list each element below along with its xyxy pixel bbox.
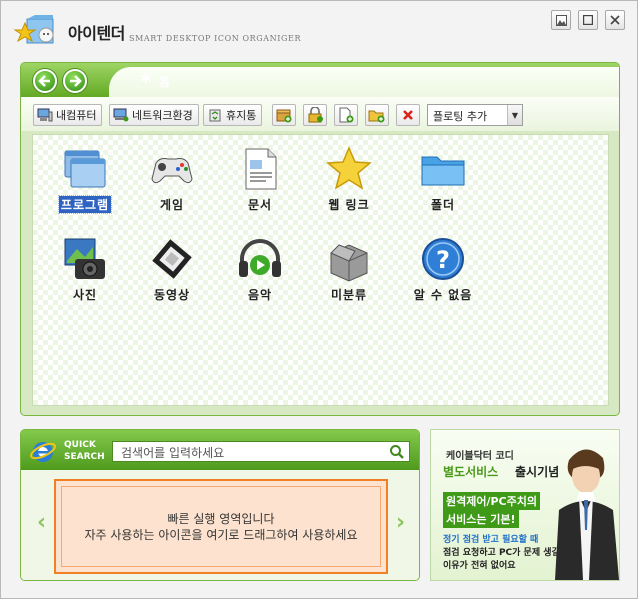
search-input[interactable]: 검색어를 입력하세요 (112, 441, 410, 462)
toolbar: 내컴퓨터 네트워크환경 휴지통 플로팅 추가 ▼ (21, 97, 619, 131)
app-logo-icon (13, 15, 54, 44)
new-document-button[interactable] (334, 104, 358, 126)
floating-add-dropdown[interactable]: 플로팅 추가 ▼ (427, 104, 523, 126)
tile-program-window[interactable]: 프로그램 (45, 145, 125, 225)
ad-box1: 원격제어/PC주치의 (443, 492, 540, 510)
tile-camera[interactable]: 사진 (45, 235, 125, 315)
document-add-icon (339, 107, 354, 123)
my-computer-button[interactable]: 내컴퓨터 (33, 104, 103, 126)
close-icon (610, 15, 620, 25)
tile-label: 미분류 (330, 288, 368, 302)
tile-gamepad[interactable]: 게임 (132, 145, 212, 225)
navigation-bar: ✱ 홈 (21, 63, 619, 97)
back-button[interactable] (33, 69, 57, 93)
headphones-icon (236, 235, 284, 283)
tile-label: 사진 (72, 288, 98, 302)
ad-line3: 정기 점검 받고 필요할 때 (443, 535, 539, 545)
forward-button[interactable] (63, 69, 87, 93)
svg-text:?: ? (436, 246, 450, 274)
box-add-icon (276, 109, 292, 123)
quick-search-title-line2: SEARCH (64, 452, 105, 462)
drop-zone-message: 빠른 실행 영역입니다 자주 사용하는 아이콘을 여기로 드래그하여 사용하세요 (61, 486, 381, 567)
search-placeholder: 검색어를 입력하세요 (121, 446, 225, 460)
search-icon[interactable] (389, 444, 405, 460)
picture-icon (555, 14, 567, 26)
folder-icon (419, 145, 467, 193)
home-tab-background (109, 67, 619, 97)
lock-icon (308, 107, 323, 123)
home-star-icon: ✱ (140, 71, 152, 87)
quick-search-header: QUICK SEARCH 검색어를 입력하세요 (21, 430, 419, 470)
document-icon (236, 145, 284, 193)
new-folder-button[interactable] (365, 104, 389, 126)
tile-film[interactable]: 동영상 (132, 235, 212, 315)
tile-label: 동영상 (153, 288, 191, 302)
ad-line1: 케이블닥터 코디 (446, 451, 514, 462)
tile-label: 음악 (247, 288, 273, 302)
tile-label: 게임 (159, 198, 185, 212)
quick-search-panel: QUICK SEARCH 검색어를 입력하세요 ‹ › 빠른 실행 영역입니다 … (20, 429, 420, 581)
recycle-bin-button[interactable]: 휴지통 (203, 104, 263, 126)
ad-line4: 점검 요청하고 PC가 문제 생길 (443, 548, 560, 558)
tile-label: 문서 (247, 198, 273, 212)
quick-launch-prev-button[interactable]: ‹ (37, 510, 46, 535)
app-subtitle: SMART DESKTOP ICON ORGANIGER (129, 34, 302, 43)
lock-button[interactable] (303, 104, 327, 126)
internet-explorer-icon (30, 442, 56, 462)
maximize-button[interactable] (578, 10, 598, 30)
quick-search-title: QUICK SEARCH (64, 439, 105, 463)
network-label: 네트워크환경 (132, 109, 193, 122)
tile-question[interactable]: ? 알 수 없음 (403, 235, 483, 315)
quick-search-title-line1: QUICK (64, 440, 96, 450)
tile-headphones[interactable]: 음악 (220, 235, 300, 315)
quick-launch-drop-zone[interactable]: 빠른 실행 영역입니다 자주 사용하는 아이콘을 여기로 드래그하여 사용하세요 (54, 479, 388, 574)
my-computer-label: 내컴퓨터 (56, 109, 97, 122)
delete-button[interactable] (396, 104, 420, 126)
delete-x-icon (403, 110, 413, 120)
quick-launch-next-button[interactable]: › (396, 510, 405, 535)
arrow-left-icon (38, 75, 50, 87)
arrow-right-icon (70, 75, 82, 87)
icon-grid: 프로그램 게임 문서 웹 링크 폴더 사진 동영상 음악 미분류? 알 수 없음 (32, 134, 609, 406)
recycle-bin-icon (209, 109, 221, 122)
tile-label: 웹 링크 (328, 198, 370, 212)
advertisement-banner[interactable]: 케이블닥터 코디 별도서비스 출시기념 원격제어/PC주치의 서비스는 기본! … (430, 429, 620, 581)
tile-label: 알 수 없음 (413, 288, 473, 302)
folder-add-icon (368, 110, 385, 123)
floating-add-value: 플로팅 추가 (433, 110, 488, 123)
tile-label: 프로그램 (57, 195, 113, 214)
close-button[interactable] (605, 10, 625, 30)
computer-icon (37, 108, 53, 122)
ad-line5: 이유가 전혀 없어요 (443, 561, 516, 571)
tile-document[interactable]: 문서 (220, 145, 300, 225)
drop-zone-line1: 빠른 실행 영역입니다 (167, 511, 275, 526)
ad-person-image (555, 449, 619, 580)
home-breadcrumb[interactable]: 홈 (159, 73, 170, 90)
app-title: 아이텐더 (68, 24, 125, 43)
dropdown-arrow-icon[interactable]: ▼ (507, 105, 522, 125)
network-icon (113, 108, 129, 122)
skin-button[interactable] (551, 10, 571, 30)
tile-folder[interactable]: 폴더 (403, 145, 483, 225)
maximize-icon (583, 15, 593, 25)
ad-line2-highlight: 별도서비스 (443, 465, 499, 479)
tile-label: 폴더 (430, 198, 456, 212)
gamepad-icon (148, 145, 196, 193)
network-button[interactable]: 네트워크환경 (109, 104, 199, 126)
box-icon (325, 235, 373, 283)
drop-zone-line2: 자주 사용하는 아이콘을 여기로 드래그하여 사용하세요 (84, 527, 358, 542)
tile-box[interactable]: 미분류 (309, 235, 389, 315)
app-window: 아이텐더 SMART DESKTOP ICON ORGANIGER ✱ 홈 내컴… (0, 0, 638, 599)
star-icon (325, 145, 373, 193)
camera-icon (61, 235, 109, 283)
question-icon: ? (419, 235, 467, 283)
add-category-button[interactable] (272, 104, 296, 126)
tile-star[interactable]: 웹 링크 (309, 145, 389, 225)
ad-box2: 서비스는 기본! (443, 510, 519, 528)
title-bar[interactable]: 아이텐더 SMART DESKTOP ICON ORGANIGER (1, 1, 637, 59)
main-panel: ✱ 홈 내컴퓨터 네트워크환경 휴지통 플로팅 추가 ▼ 프로그램 게임 문서 … (20, 62, 620, 416)
program-window-icon (61, 145, 109, 193)
film-icon (148, 235, 196, 283)
recycle-bin-label: 휴지통 (226, 109, 257, 122)
